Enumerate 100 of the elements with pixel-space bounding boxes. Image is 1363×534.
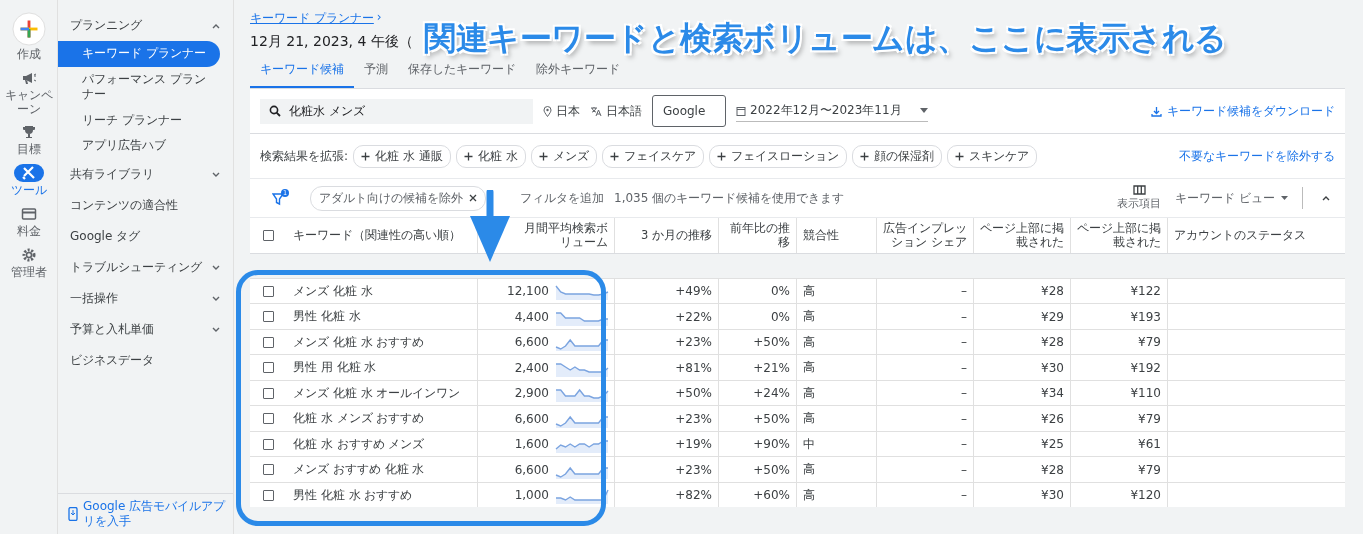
calendar-icon [736, 105, 746, 116]
column-header[interactable]: キーワード（関連性の高い順） [293, 228, 461, 243]
nav-item[interactable]: トラブルシューティング [70, 258, 202, 276]
checkbox[interactable] [263, 387, 274, 399]
table-cell: – [961, 386, 967, 400]
table-cell: 2,400 [514, 360, 549, 375]
rail-label[interactable]: 料金 [16, 225, 41, 239]
column-header[interactable]: ページ上部に掲載された [1077, 221, 1161, 250]
table-cell: ¥193 [1130, 309, 1161, 324]
table-cell: メンズ おすすめ 化粧 水 [293, 461, 425, 478]
suggestion-chip[interactable]: フェイスケア [601, 144, 704, 168]
table-cell: ¥79 [1138, 411, 1161, 426]
date-range-selector[interactable]: 2022年12月〜2023年11月 [736, 100, 928, 122]
nav-item[interactable]: プランニング [70, 17, 142, 34]
filter-chip[interactable]: アダルト向けの候補を除外 [310, 185, 486, 211]
network-selector[interactable]: Google [652, 95, 726, 127]
table-cell: ¥61 [1138, 437, 1161, 451]
close-icon[interactable] [469, 194, 477, 202]
table-cell: +23% [675, 462, 712, 477]
tab[interactable]: 保存したキーワード [398, 59, 526, 88]
dropdown-icon [919, 108, 928, 113]
table-cell: +49% [675, 284, 712, 298]
annotation-text: 関連キーワードと検索ボリュームは、ここに表示される [424, 18, 1227, 59]
checkbox[interactable] [263, 362, 274, 373]
checkbox[interactable] [263, 464, 274, 475]
rail-label[interactable]: ツール [10, 184, 47, 198]
table-cell: ¥29 [1041, 309, 1064, 324]
table-cell: +90% [753, 437, 790, 451]
suggestion-chip[interactable]: メンズ [530, 144, 597, 168]
checkbox[interactable] [263, 311, 274, 322]
page-title: 12月 21, 2023, 4 午後（ [250, 33, 413, 51]
checkbox[interactable] [263, 438, 274, 450]
checkbox[interactable] [263, 229, 274, 241]
table-cell: 高 [803, 333, 815, 351]
nav-subitem[interactable]: キーワード プランナー [58, 41, 220, 67]
app-download-link[interactable]: Google 広告モバイルアプリを入手 [83, 499, 227, 529]
table-cell: – [961, 335, 967, 349]
table-cell: 0% [770, 284, 790, 298]
table-cell: 1,600 [514, 437, 549, 451]
nav-item[interactable]: 共有ライブラリ [70, 165, 154, 183]
rail-label[interactable]: 目標 [16, 143, 41, 158]
table-cell: ¥122 [1130, 284, 1161, 298]
search-field[interactable]: 化粧水 メンズ [260, 98, 533, 124]
table-cell: +22% [675, 309, 712, 324]
nav-item[interactable]: 予算と入札単価 [70, 320, 154, 338]
language-selector[interactable]: 日本語 [590, 102, 642, 120]
table-cell: +23% [675, 411, 712, 426]
rail-tab[interactable] [13, 164, 44, 183]
location-selector[interactable]: 日本 [543, 102, 580, 120]
checkbox[interactable] [263, 489, 274, 501]
table-cell: 高 [803, 486, 815, 504]
columns-button[interactable]: 表示項目 [1117, 185, 1162, 211]
column-header[interactable]: ページ上部に掲載された [980, 221, 1064, 250]
checkbox[interactable] [263, 336, 274, 348]
table-cell: 1,000 [514, 488, 549, 502]
rail-label[interactable]: 作成 [16, 48, 41, 62]
checkbox[interactable] [263, 413, 274, 424]
nav-subitem[interactable]: パフォーマンス プランナー [58, 66, 220, 108]
column-header[interactable]: 競合性 [803, 228, 839, 243]
exclude-link[interactable]: 不要なキーワードを除外する [1179, 147, 1335, 165]
suggestion-chip[interactable]: フェイスローション [708, 144, 847, 168]
table-cell: 高 [803, 384, 815, 402]
breadcrumb-link[interactable]: キーワード プランナー [250, 10, 374, 27]
dropdown-icon [1281, 196, 1288, 200]
nav-subitem[interactable]: アプリ広告ハブ [58, 133, 220, 159]
tools-icon [20, 165, 37, 182]
keyword-count: 1,035 個のキーワード候補を使用できます [614, 189, 845, 207]
table-cell: 高 [803, 308, 815, 325]
column-header[interactable]: 月間平均検索ボリューム [516, 221, 608, 250]
table-cell: ¥28 [1041, 284, 1064, 298]
suggestion-chip[interactable]: 顔の保湿剤 [851, 144, 942, 168]
plus-icon [463, 151, 473, 161]
plus-icon[interactable] [11, 12, 46, 46]
nav-item[interactable]: 一括操作 [70, 289, 118, 307]
nav-subitem[interactable]: リーチ プランナー [58, 107, 220, 134]
table-cell: 男性 化粧 水 おすすめ [293, 486, 413, 504]
column-header[interactable]: 広告インプレッション シェア [883, 221, 967, 250]
nav-item[interactable]: Google タグ [70, 227, 141, 245]
column-header[interactable]: 3 か月の推移 [641, 228, 712, 243]
suggestion-chip[interactable]: スキンケア [946, 144, 1037, 168]
tab[interactable]: 予測 [354, 59, 398, 88]
rail-label[interactable]: 管理者 [10, 265, 47, 280]
table-cell: ¥120 [1130, 488, 1161, 502]
tab[interactable]: 除外キーワード [526, 59, 630, 88]
column-header[interactable]: アカウントのステータス [1174, 228, 1306, 243]
nav-item[interactable]: ビジネスデータ [70, 351, 154, 369]
suggestion-chip[interactable]: 化粧 水 [455, 144, 526, 168]
nav-item[interactable]: コンテンツの適合性 [70, 196, 178, 214]
table-cell: ¥30 [1041, 488, 1064, 502]
view-dropdown[interactable]: キーワード ビュー [1175, 189, 1288, 207]
download-link[interactable]: キーワード候補をダウンロード [1151, 102, 1335, 120]
table-cell: +19% [675, 437, 712, 451]
table-cell: +50% [753, 335, 790, 349]
suggestion-chip[interactable]: 化粧 水 通販 [353, 144, 451, 168]
checkbox[interactable] [263, 285, 274, 297]
table-cell: – [961, 284, 967, 298]
table-cell: 高 [803, 282, 815, 300]
rail-label[interactable]: キャンペーン [3, 88, 54, 117]
add-filter-link[interactable]: フィルタを追加 [520, 189, 604, 207]
column-header[interactable]: 前年比の推移 [725, 221, 790, 250]
